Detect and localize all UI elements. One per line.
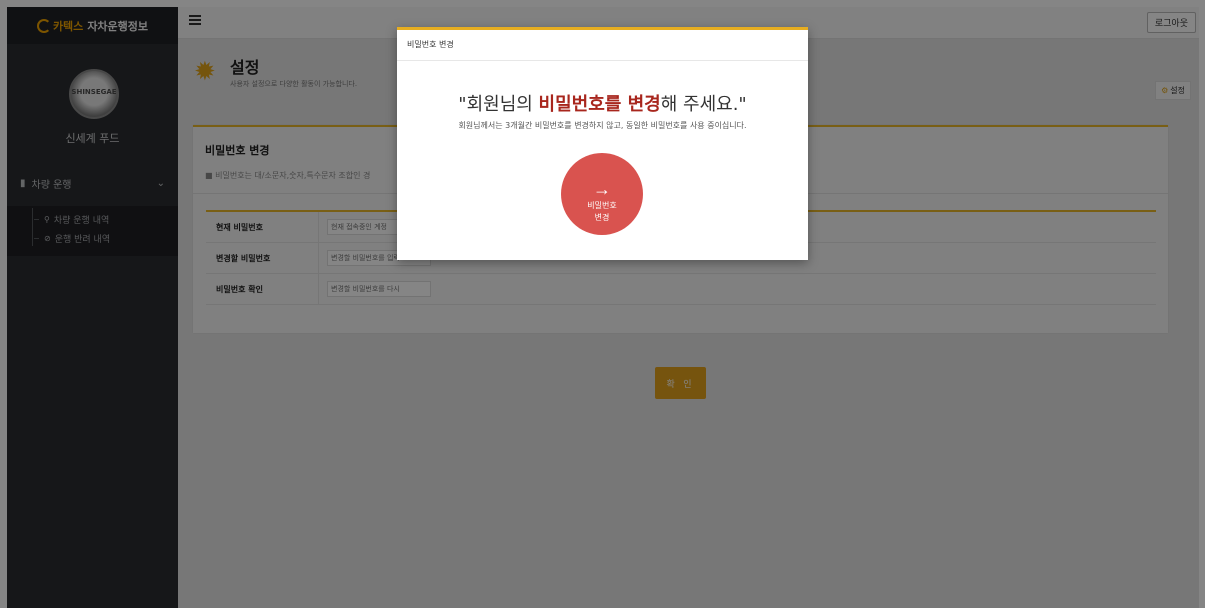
modal-title: 비밀번호 변경	[397, 30, 808, 61]
change-button-label-2: 변경	[594, 213, 610, 222]
headline-prefix: "회원님의	[458, 94, 539, 115]
password-change-modal: 비밀번호 변경 "회원님의 비밀번호를 변경해 주세요." 회원님께서는 3개월…	[397, 27, 808, 260]
modal-description: 회원님께서는 3개월간 비밀번호를 변경하지 않고, 동일한 비밀번호를 사용 …	[458, 121, 747, 130]
headline-suffix: 해 주세요."	[660, 94, 747, 115]
headline-highlight: 비밀번호를 변경	[538, 94, 661, 115]
modal-headline: "회원님의 비밀번호를 변경해 주세요."	[397, 90, 808, 116]
change-password-button[interactable]: → 비밀번호 변경	[561, 153, 643, 235]
arrow-right-icon: →	[593, 179, 611, 199]
change-button-label-1: 비밀번호	[587, 201, 617, 210]
